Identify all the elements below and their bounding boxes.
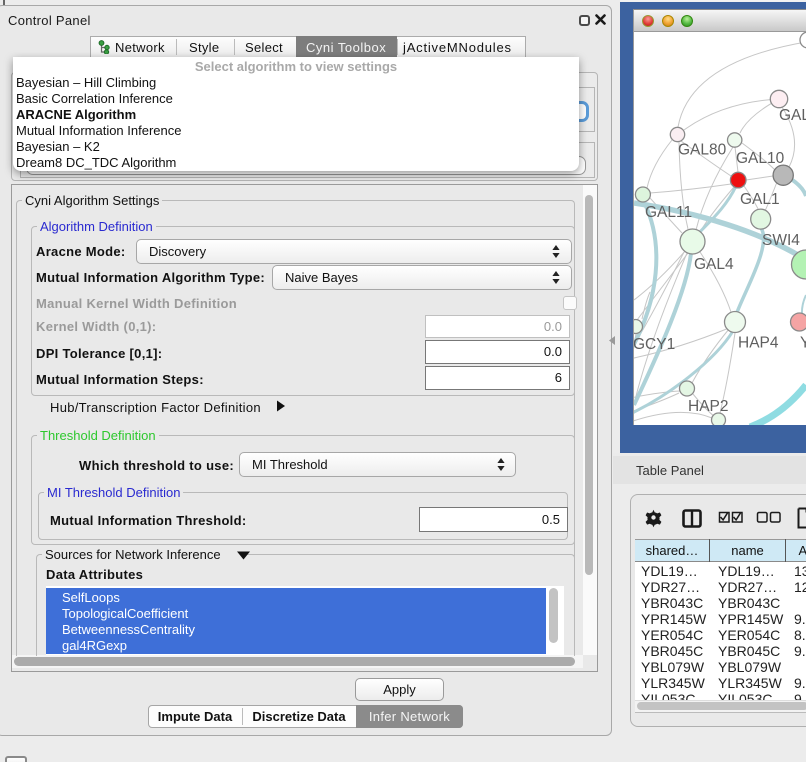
- svg-text:GAL11: GAL11: [645, 204, 692, 221]
- svg-text:GAL4: GAL4: [694, 256, 734, 273]
- svg-text:GAL80: GAL80: [678, 142, 727, 159]
- svg-text:GCY1: GCY1: [634, 336, 675, 353]
- svg-text:HAP4: HAP4: [738, 335, 779, 352]
- svg-text:GAL10: GAL10: [736, 150, 785, 167]
- svg-text:HAP2: HAP2: [688, 398, 729, 415]
- svg-text:GAL2: GAL2: [779, 107, 806, 124]
- svg-text:SWI4: SWI4: [762, 232, 800, 249]
- svg-text:Y: Y: [800, 335, 806, 352]
- svg-text:GAL1: GAL1: [740, 191, 780, 208]
